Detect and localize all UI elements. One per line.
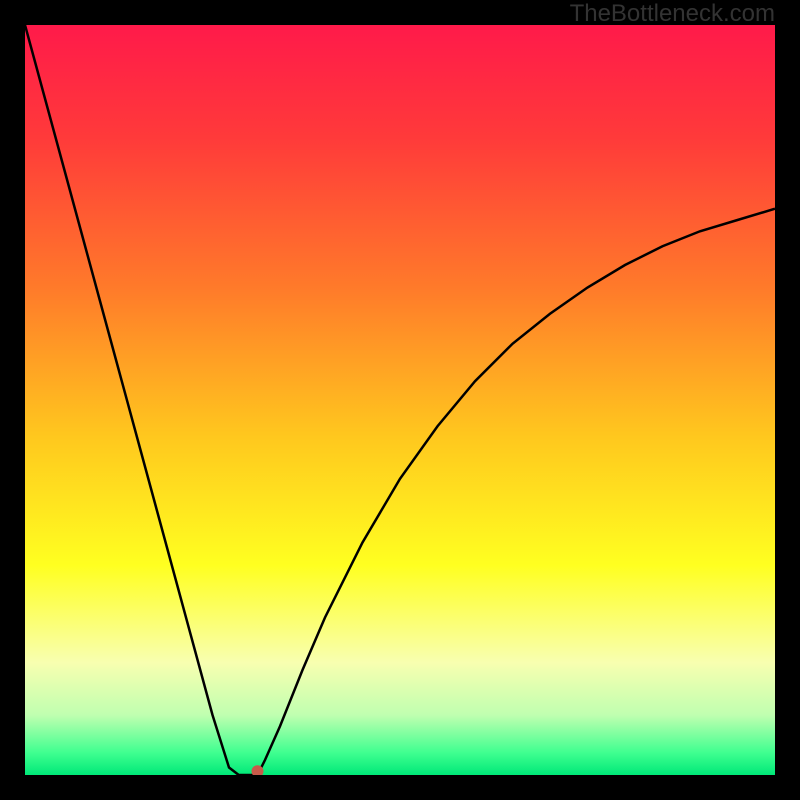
bottleneck-curve	[25, 25, 775, 775]
watermark-text: TheBottleneck.com	[570, 0, 775, 28]
chart-container: TheBottleneck.com	[0, 0, 800, 800]
plot-area	[25, 25, 775, 775]
